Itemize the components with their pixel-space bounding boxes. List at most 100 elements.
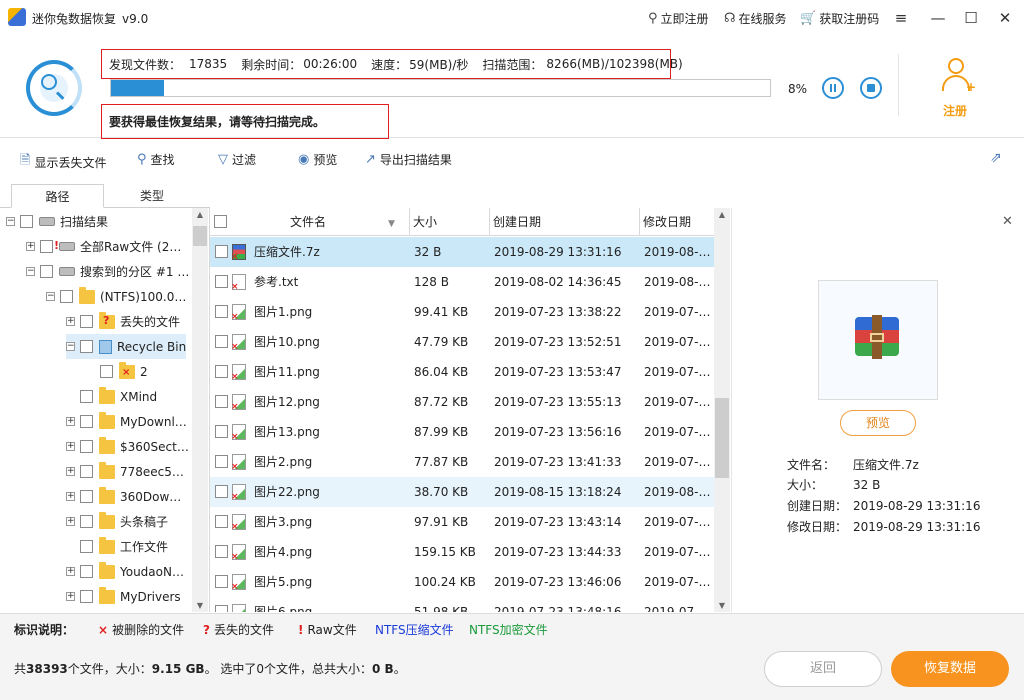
tree-item[interactable]: + YoudaoN… (66, 559, 184, 584)
expander-icon[interactable]: + (66, 317, 75, 326)
header-size[interactable]: 大小 (410, 208, 490, 236)
tree-item[interactable]: XMind (66, 384, 157, 409)
header-modified[interactable]: 修改日期 (640, 208, 715, 236)
table-row[interactable]: × 图片13.png 87.99 KB 2019-07-23 13:56:16 2019… (210, 417, 715, 447)
find-button[interactable]: ⚲ 查找 (137, 151, 175, 168)
expander-icon[interactable]: − (6, 217, 15, 226)
row-checkbox[interactable] (215, 455, 228, 468)
table-row[interactable]: × 图片4.png 159.15 KB 2019-07-23 13:44:33 2019… (210, 537, 715, 567)
tree-checkbox[interactable] (60, 290, 73, 303)
online-service-link[interactable]: ☊ 在线服务 (724, 10, 787, 27)
menu-icon[interactable]: ≡ (891, 8, 911, 28)
table-row[interactable]: × 图片12.png 87.72 KB 2019-07-23 13:55:13 2019… (210, 387, 715, 417)
expander-icon[interactable]: + (66, 417, 75, 426)
preview-toolbar-button[interactable]: ◉ 预览 (298, 151, 337, 168)
register-now-link[interactable]: ⚲ 立即注册 (648, 10, 709, 27)
tree-checkbox[interactable] (80, 415, 93, 428)
tree-item[interactable]: +360Dow… (66, 484, 181, 509)
tree-checkbox[interactable] (80, 590, 93, 603)
expander-icon[interactable]: + (66, 592, 75, 601)
expander-icon[interactable]: + (66, 517, 75, 526)
tree-checkbox[interactable] (40, 265, 53, 278)
scroll-down-icon[interactable]: ▼ (192, 601, 208, 610)
minimize-icon[interactable]: — (928, 8, 948, 28)
tree-scrollbar[interactable]: ▲ ▼ (192, 208, 208, 612)
tree-item[interactable]: +? 丢失的文件 (66, 309, 180, 334)
scroll-up-icon[interactable]: ▲ (714, 210, 730, 219)
row-checkbox[interactable] (215, 575, 228, 588)
tree-checkbox[interactable] (20, 215, 33, 228)
tree-checkbox[interactable] (40, 240, 53, 253)
row-checkbox[interactable] (215, 515, 228, 528)
close-icon[interactable]: ✕ (1002, 214, 1013, 229)
list-scroll-thumb[interactable] (715, 398, 729, 478)
table-row[interactable]: × 图片10.png 47.79 KB 2019-07-23 13:52:51 2019… (210, 327, 715, 357)
tree-checkbox[interactable] (80, 315, 93, 328)
maximize-icon[interactable]: ☐ (961, 8, 981, 28)
filter-button[interactable]: ▽ 过滤 (218, 151, 256, 168)
header-filename[interactable]: 文件名 ▼ (210, 208, 410, 236)
table-row[interactable]: × 参考.txt 128 B 2019-08-02 14:36:45 2019-08-… (210, 267, 715, 297)
table-row[interactable]: × 图片11.png 86.04 KB 2019-07-23 13:53:47 2019… (210, 357, 715, 387)
tree-item[interactable]: − (NTFS)100.0… (46, 284, 186, 309)
tree-scroll-thumb[interactable] (193, 226, 207, 246)
row-checkbox[interactable] (215, 245, 228, 258)
row-checkbox[interactable] (215, 305, 228, 318)
back-button[interactable]: 返回 (764, 651, 882, 687)
tree-checkbox[interactable] (80, 490, 93, 503)
table-row[interactable]: × 图片1.png 99.41 KB 2019-07-23 13:38:22 2019-… (210, 297, 715, 327)
tree-checkbox[interactable] (80, 515, 93, 528)
table-row[interactable]: × 图片5.png 100.24 KB 2019-07-23 13:46:06 2019… (210, 567, 715, 597)
tree-checkbox[interactable] (80, 390, 93, 403)
tree-item[interactable]: 工作文件 (66, 534, 168, 559)
expander-icon[interactable]: + (66, 492, 75, 501)
row-checkbox[interactable] (215, 365, 228, 378)
register-button[interactable]: 注册 (943, 102, 967, 119)
row-checkbox[interactable] (215, 605, 228, 612)
tree-checkbox[interactable] (100, 365, 113, 378)
show-lost-files-button[interactable]: 🗎 显示丢失文件 (20, 151, 106, 173)
tree-checkbox[interactable] (80, 565, 93, 578)
tree-checkbox[interactable] (80, 465, 93, 478)
select-all-checkbox[interactable] (214, 215, 227, 228)
table-row[interactable]: × 压缩文件.7z 32 B 2019-08-29 13:31:16 2019-08-… (210, 237, 715, 267)
expander-icon[interactable]: − (26, 267, 35, 276)
header-created[interactable]: 创建日期 (490, 208, 640, 236)
tree-checkbox[interactable] (80, 340, 93, 353)
tree-item[interactable]: + MyDownl… (66, 409, 187, 434)
register-user-icon[interactable]: + (940, 58, 976, 98)
export-scan-button[interactable]: ↗ 导出扫描结果 (365, 151, 452, 168)
row-checkbox[interactable] (215, 395, 228, 408)
tree-item[interactable]: + MyDrivers (66, 584, 181, 609)
tree-checkbox[interactable] (80, 540, 93, 553)
tree-item[interactable]: + 头条稿子 (66, 509, 168, 534)
tree-item[interactable]: − 搜索到的分区 #1 … (26, 259, 189, 284)
table-row[interactable]: × 图片2.png 77.87 KB 2019-07-23 13:41:33 2019-… (210, 447, 715, 477)
close-icon[interactable]: ✕ (995, 8, 1015, 28)
scroll-down-icon[interactable]: ▼ (714, 601, 730, 610)
row-checkbox[interactable] (215, 545, 228, 558)
table-row[interactable]: × 图片22.png 38.70 KB 2019-08-15 13:18:24 2019… (210, 477, 715, 507)
tab-path[interactable]: 路径 (11, 184, 104, 208)
expander-icon[interactable]: + (66, 442, 75, 451)
tree-item[interactable]: × 2 (86, 359, 148, 384)
recover-data-button[interactable]: 恢复数据 (891, 651, 1009, 687)
expander-icon[interactable]: + (66, 567, 75, 576)
expander-icon[interactable]: + (66, 467, 75, 476)
list-scrollbar[interactable]: ▲ ▼ (714, 208, 730, 612)
row-checkbox[interactable] (215, 335, 228, 348)
pause-button[interactable] (822, 77, 844, 99)
tree-item[interactable]: + $360Sect… (66, 434, 189, 459)
row-checkbox[interactable] (215, 275, 228, 288)
expander-icon[interactable]: + (26, 242, 35, 251)
scroll-up-icon[interactable]: ▲ (192, 210, 208, 219)
table-row[interactable]: × 图片3.png 97.91 KB 2019-07-23 13:43:14 2019-… (210, 507, 715, 537)
tree-item[interactable]: +! 全部Raw文件 (2… (26, 234, 181, 259)
tree-checkbox[interactable] (80, 440, 93, 453)
tree-item[interactable]: − Recycle Bin (66, 334, 187, 359)
get-reg-code-link[interactable]: 🛒 获取注册码 (800, 10, 879, 27)
expander-icon[interactable]: − (46, 292, 55, 301)
tab-type[interactable]: 类型 (104, 184, 200, 208)
tree-item[interactable]: − 扫描结果 (6, 209, 108, 234)
preview-button[interactable]: 预览 (840, 410, 916, 436)
